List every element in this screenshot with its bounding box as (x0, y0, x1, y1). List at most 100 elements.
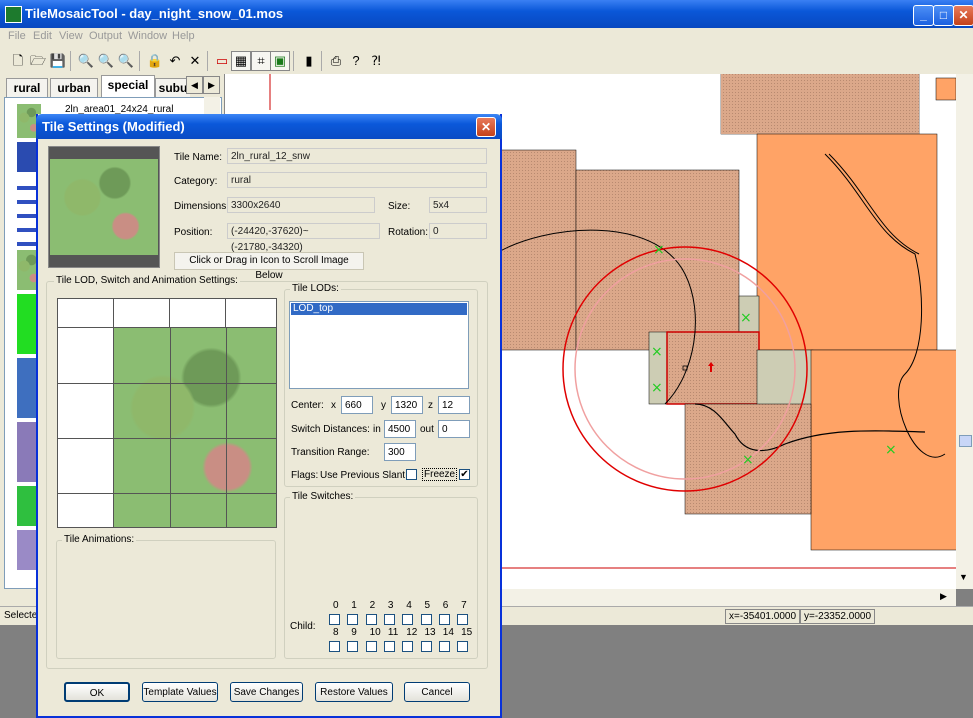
child-switch-checkbox[interactable] (329, 641, 340, 652)
child-switch-checkbox[interactable] (438, 614, 450, 625)
switch-distances-label: Switch Distances: (291, 424, 370, 435)
snap-icon[interactable]: ⌗ (251, 51, 271, 71)
tile-lods-label: Tile LODs: (290, 283, 341, 294)
minimize-icon[interactable]: _ (913, 5, 934, 26)
child-switch-number: 7 (461, 600, 467, 611)
category-label: Category: (174, 176, 218, 187)
child-switch-checkbox[interactable] (347, 614, 359, 625)
switch-in-input[interactable]: 4500 (384, 420, 416, 438)
zoom-out-icon[interactable]: 🔍 (96, 51, 116, 71)
child-switch-checkbox[interactable] (365, 614, 377, 625)
lod-list-item[interactable]: LOD_top (291, 303, 467, 315)
context-help-icon[interactable]: ⁈ (366, 51, 386, 71)
scroll-down-icon[interactable]: ▼ (959, 572, 968, 582)
zoom-in-icon[interactable]: 🔍 (76, 51, 96, 71)
child-switch-number: 2 (369, 600, 376, 611)
restore-values-button[interactable]: Restore Values (315, 682, 393, 702)
child-switch-checkbox[interactable] (420, 614, 432, 625)
menu-file[interactable]: File (8, 30, 26, 42)
svg-text:×: × (740, 310, 752, 326)
child-switch-checkbox[interactable] (420, 641, 432, 652)
use-previous-slant-checkbox[interactable] (406, 469, 417, 480)
child-switch-checkbox[interactable] (365, 641, 377, 652)
tile-view-icon[interactable]: ▣ (270, 51, 290, 71)
maximize-icon[interactable]: □ (933, 5, 954, 26)
child-switches-row-8-15: 8 9 10 11 12 13 14 15 (329, 627, 474, 655)
switch-in-label: in (373, 424, 381, 435)
tab-scroll-right-icon[interactable]: ▶ (203, 76, 220, 94)
close-icon[interactable]: ✕ (953, 5, 973, 26)
tab-rural[interactable]: rural (6, 78, 48, 97)
scroll-right-icon[interactable]: ▶ (940, 591, 947, 602)
undo-icon[interactable]: ↶ (165, 51, 185, 71)
child-switch-number: 8 (333, 627, 339, 638)
save-icon[interactable]: 💾 (48, 51, 68, 71)
menu-window[interactable]: Window (128, 30, 167, 42)
child-switch-number: 9 (351, 627, 357, 638)
tile-preview-image[interactable] (48, 146, 160, 268)
dialog-close-icon[interactable]: ✕ (476, 117, 496, 137)
tab-urban[interactable]: urban (50, 78, 98, 97)
child-switch-checkbox[interactable] (383, 641, 395, 652)
zoom-fit-icon[interactable]: 🔍 (116, 51, 136, 71)
center-x-input[interactable]: 660 (341, 396, 373, 414)
freeze-label: Freeze (422, 468, 458, 481)
canvas-vertical-scrollbar[interactable]: ▼ (956, 74, 973, 589)
size-field: 5x4 (429, 197, 487, 213)
rectangle-icon[interactable]: ▭ (212, 51, 232, 71)
ok-button[interactable]: OK (64, 682, 130, 702)
child-switch-number: 6 (442, 600, 449, 611)
transition-range-input[interactable]: 300 (384, 443, 416, 461)
child-switch-checkbox[interactable] (457, 641, 469, 652)
svg-text:×: × (651, 344, 663, 360)
tab-special[interactable]: special (101, 75, 155, 98)
child-switch-checkbox[interactable] (402, 641, 414, 652)
tab-scroll-left-icon[interactable]: ◀ (186, 76, 203, 94)
delete-icon[interactable]: ✕ (185, 51, 205, 71)
grid-icon[interactable]: ▦ (231, 51, 251, 71)
child-switch-number: 14 (442, 627, 454, 638)
flags-label: Flags: (291, 470, 319, 481)
help-icon[interactable]: ? (346, 51, 366, 71)
center-y-input[interactable]: 1320 (391, 396, 423, 414)
dimensions-field: 3300x2640 (227, 197, 375, 213)
child-switch-checkbox[interactable] (383, 614, 395, 625)
child-switch-checkbox[interactable] (347, 641, 359, 652)
tile-grid-image[interactable] (114, 328, 276, 527)
child-switch-checkbox[interactable] (402, 614, 414, 625)
svg-text:×: × (742, 452, 754, 468)
menu-edit[interactable]: Edit (33, 30, 52, 42)
menu-help[interactable]: Help (172, 30, 195, 42)
rotation-label: Rotation: (388, 227, 429, 238)
rotation-field: 0 (429, 223, 487, 239)
menu-output[interactable]: Output (89, 30, 122, 42)
main-titlebar: TileMosaicTool - day_night_snow_01.mos _… (0, 0, 973, 28)
open-folder-icon[interactable]: 🗁 (28, 51, 48, 71)
child-switch-checkbox[interactable] (329, 614, 340, 625)
center-label: Center: (291, 400, 324, 411)
tab-subu[interactable]: subu (155, 78, 190, 97)
template-values-button[interactable]: Template Values (142, 682, 218, 702)
status-y-coordinate: y=-23352.0000 (800, 609, 875, 624)
dimensions-label: Dimensions: (174, 201, 230, 212)
toolbar: 🗋 🗁 💾 🔍 🔍 🔍 🔒 ↶ ✕ ▭ ▦ ⌗ ▣ ▮ ⎙ ? ⁈ (0, 46, 973, 75)
new-file-icon[interactable]: 🗋 (8, 51, 28, 71)
menu-view[interactable]: View (59, 30, 83, 42)
lod-listbox[interactable]: LOD_top (289, 301, 469, 389)
print-icon[interactable]: ⎙ (326, 51, 346, 71)
child-switch-checkbox[interactable] (438, 641, 450, 652)
switch-out-input[interactable]: 0 (438, 420, 470, 438)
lock-icon[interactable]: 🔒 (145, 51, 165, 71)
cancel-button[interactable]: Cancel (404, 682, 470, 702)
traffic-light-icon[interactable]: ▮ (299, 51, 319, 71)
tile-grid[interactable] (57, 298, 277, 528)
tile-switches-label: Tile Switches: (290, 491, 356, 502)
center-z-input[interactable]: 12 (438, 396, 470, 414)
child-switch-number: 1 (351, 600, 357, 611)
child-switch-checkbox[interactable] (457, 614, 469, 625)
freeze-checkbox[interactable]: ✔ (459, 469, 470, 480)
tile-name-label: Tile Name: (174, 152, 222, 163)
child-switch-number: 15 (461, 627, 473, 638)
category-field: rural (227, 172, 487, 188)
save-changes-button[interactable]: Save Changes (230, 682, 303, 702)
